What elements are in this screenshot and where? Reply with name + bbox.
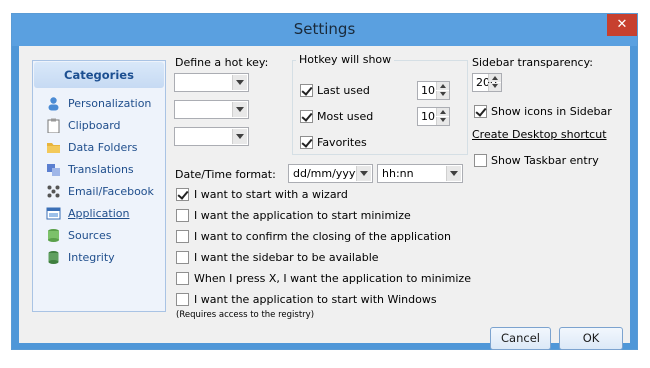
option-label: I want to start with a wizard: [194, 188, 348, 201]
close-button[interactable]: ✕: [607, 14, 637, 36]
time-format-combo[interactable]: hh:nn: [377, 164, 463, 183]
option-label: When I press X, I want the application t…: [194, 272, 471, 285]
favorites-checkbox[interactable]: [300, 136, 313, 149]
category-personalization[interactable]: Personalization: [46, 94, 151, 112]
option-label: I want the application to start with Win…: [194, 293, 437, 306]
chevron-down-icon[interactable]: [232, 75, 247, 90]
category-label: Sources: [68, 228, 112, 242]
option-checkbox-x-minimize[interactable]: [176, 272, 189, 285]
hotkey-combo-2[interactable]: [174, 100, 249, 119]
category-sources[interactable]: Sources: [46, 226, 112, 244]
taskbar-entry-checkbox[interactable]: [474, 154, 487, 167]
most-used-checkbox[interactable]: [300, 110, 313, 123]
sidebar-transparency-spinner[interactable]: 200: [472, 73, 502, 92]
option-checkbox-sidebar-available[interactable]: [176, 251, 189, 264]
registry-note: (Requires access to the registry): [176, 310, 315, 320]
category-email-facebook[interactable]: Email/Facebook: [46, 182, 154, 200]
category-label: Application: [68, 206, 130, 220]
spinner-up-icon[interactable]: [488, 74, 501, 82]
option-checkbox-start-with-windows[interactable]: [176, 293, 189, 306]
spinner-value: 10: [421, 110, 435, 123]
ok-button[interactable]: OK: [559, 327, 623, 350]
sources-icon: [48, 228, 59, 242]
category-label: Translations: [68, 162, 134, 176]
combo-value: hh:nn: [382, 167, 414, 180]
chevron-down-icon[interactable]: [232, 129, 247, 144]
spinner-down-icon[interactable]: [436, 117, 449, 125]
spinner-value: 10: [421, 84, 435, 97]
settings-window: Settings ✕ Categories Personalization Cl…: [11, 13, 638, 350]
category-integrity[interactable]: Integrity: [46, 248, 115, 266]
folder-icon: [47, 142, 60, 153]
option-checkbox-wizard[interactable]: [176, 188, 189, 201]
group-title: Hotkey will show: [296, 53, 395, 66]
dialog-body: Categories Personalization Clipboard Dat…: [19, 46, 630, 350]
window-title: Settings: [293, 20, 356, 38]
category-label: Personalization: [68, 96, 152, 110]
category-label: Email/Facebook: [68, 184, 154, 198]
integrity-icon: [48, 250, 59, 264]
category-label: Clipboard: [68, 118, 121, 132]
last-used-spinner[interactable]: 10: [417, 81, 450, 100]
spinner-up-icon[interactable]: [436, 82, 449, 90]
category-translations[interactable]: Translations: [46, 160, 134, 178]
show-icons-checkbox[interactable]: [474, 105, 487, 118]
email-facebook-icon: [47, 185, 60, 197]
categories-panel: Categories Personalization Clipboard Dat…: [32, 60, 166, 312]
option-label: I want the application to start minimize: [194, 209, 411, 222]
spinner-up-icon[interactable]: [436, 108, 449, 116]
chevron-down-icon[interactable]: [232, 102, 247, 117]
chevron-down-icon[interactable]: [356, 166, 371, 181]
last-used-label: Last used: [317, 84, 370, 97]
personalization-icon: [48, 96, 59, 110]
hotkey-combo-1[interactable]: [174, 73, 249, 92]
hotkey-combo-3[interactable]: [174, 127, 249, 146]
cancel-button[interactable]: Cancel: [490, 327, 551, 350]
option-checkbox-confirm-close[interactable]: [176, 230, 189, 243]
categories-header: Categories: [34, 62, 164, 88]
category-label: Data Folders: [68, 140, 138, 154]
chevron-down-icon[interactable]: [446, 166, 461, 181]
category-label: Integrity: [68, 250, 115, 264]
most-used-spinner[interactable]: 10: [417, 107, 450, 126]
combo-value: dd/mm/yyyy: [293, 167, 362, 180]
spinner-down-icon[interactable]: [488, 83, 501, 91]
favorites-label: Favorites: [317, 136, 367, 149]
category-clipboard[interactable]: Clipboard: [46, 116, 121, 134]
sidebar-transparency-label: Sidebar transparency:: [472, 56, 594, 69]
option-label: I want the sidebar to be available: [194, 251, 379, 264]
application-icon: [46, 207, 61, 219]
option-label: I want to confirm the closing of the app…: [194, 230, 451, 243]
category-application[interactable]: Application: [46, 204, 129, 222]
datetime-label: Date/Time format:: [175, 168, 276, 181]
clipboard-icon: [47, 118, 60, 133]
taskbar-entry-label: Show Taskbar entry: [491, 154, 599, 167]
spinner-down-icon[interactable]: [436, 91, 449, 99]
most-used-label: Most used: [317, 110, 374, 123]
show-icons-label: Show icons in Sidebar: [491, 105, 612, 118]
last-used-checkbox[interactable]: [300, 84, 313, 97]
translations-icon: [47, 163, 60, 176]
create-desktop-shortcut-link[interactable]: Create Desktop shortcut: [472, 128, 607, 141]
hotkey-label: Define a hot key:: [175, 56, 269, 69]
hotkey-show-group: Hotkey will show Last used 10 Most used …: [292, 53, 468, 155]
category-data-folders[interactable]: Data Folders: [46, 138, 138, 156]
option-checkbox-start-minimize[interactable]: [176, 209, 189, 222]
title-bar[interactable]: Settings ✕: [12, 14, 637, 46]
date-format-combo[interactable]: dd/mm/yyyy: [288, 164, 373, 183]
